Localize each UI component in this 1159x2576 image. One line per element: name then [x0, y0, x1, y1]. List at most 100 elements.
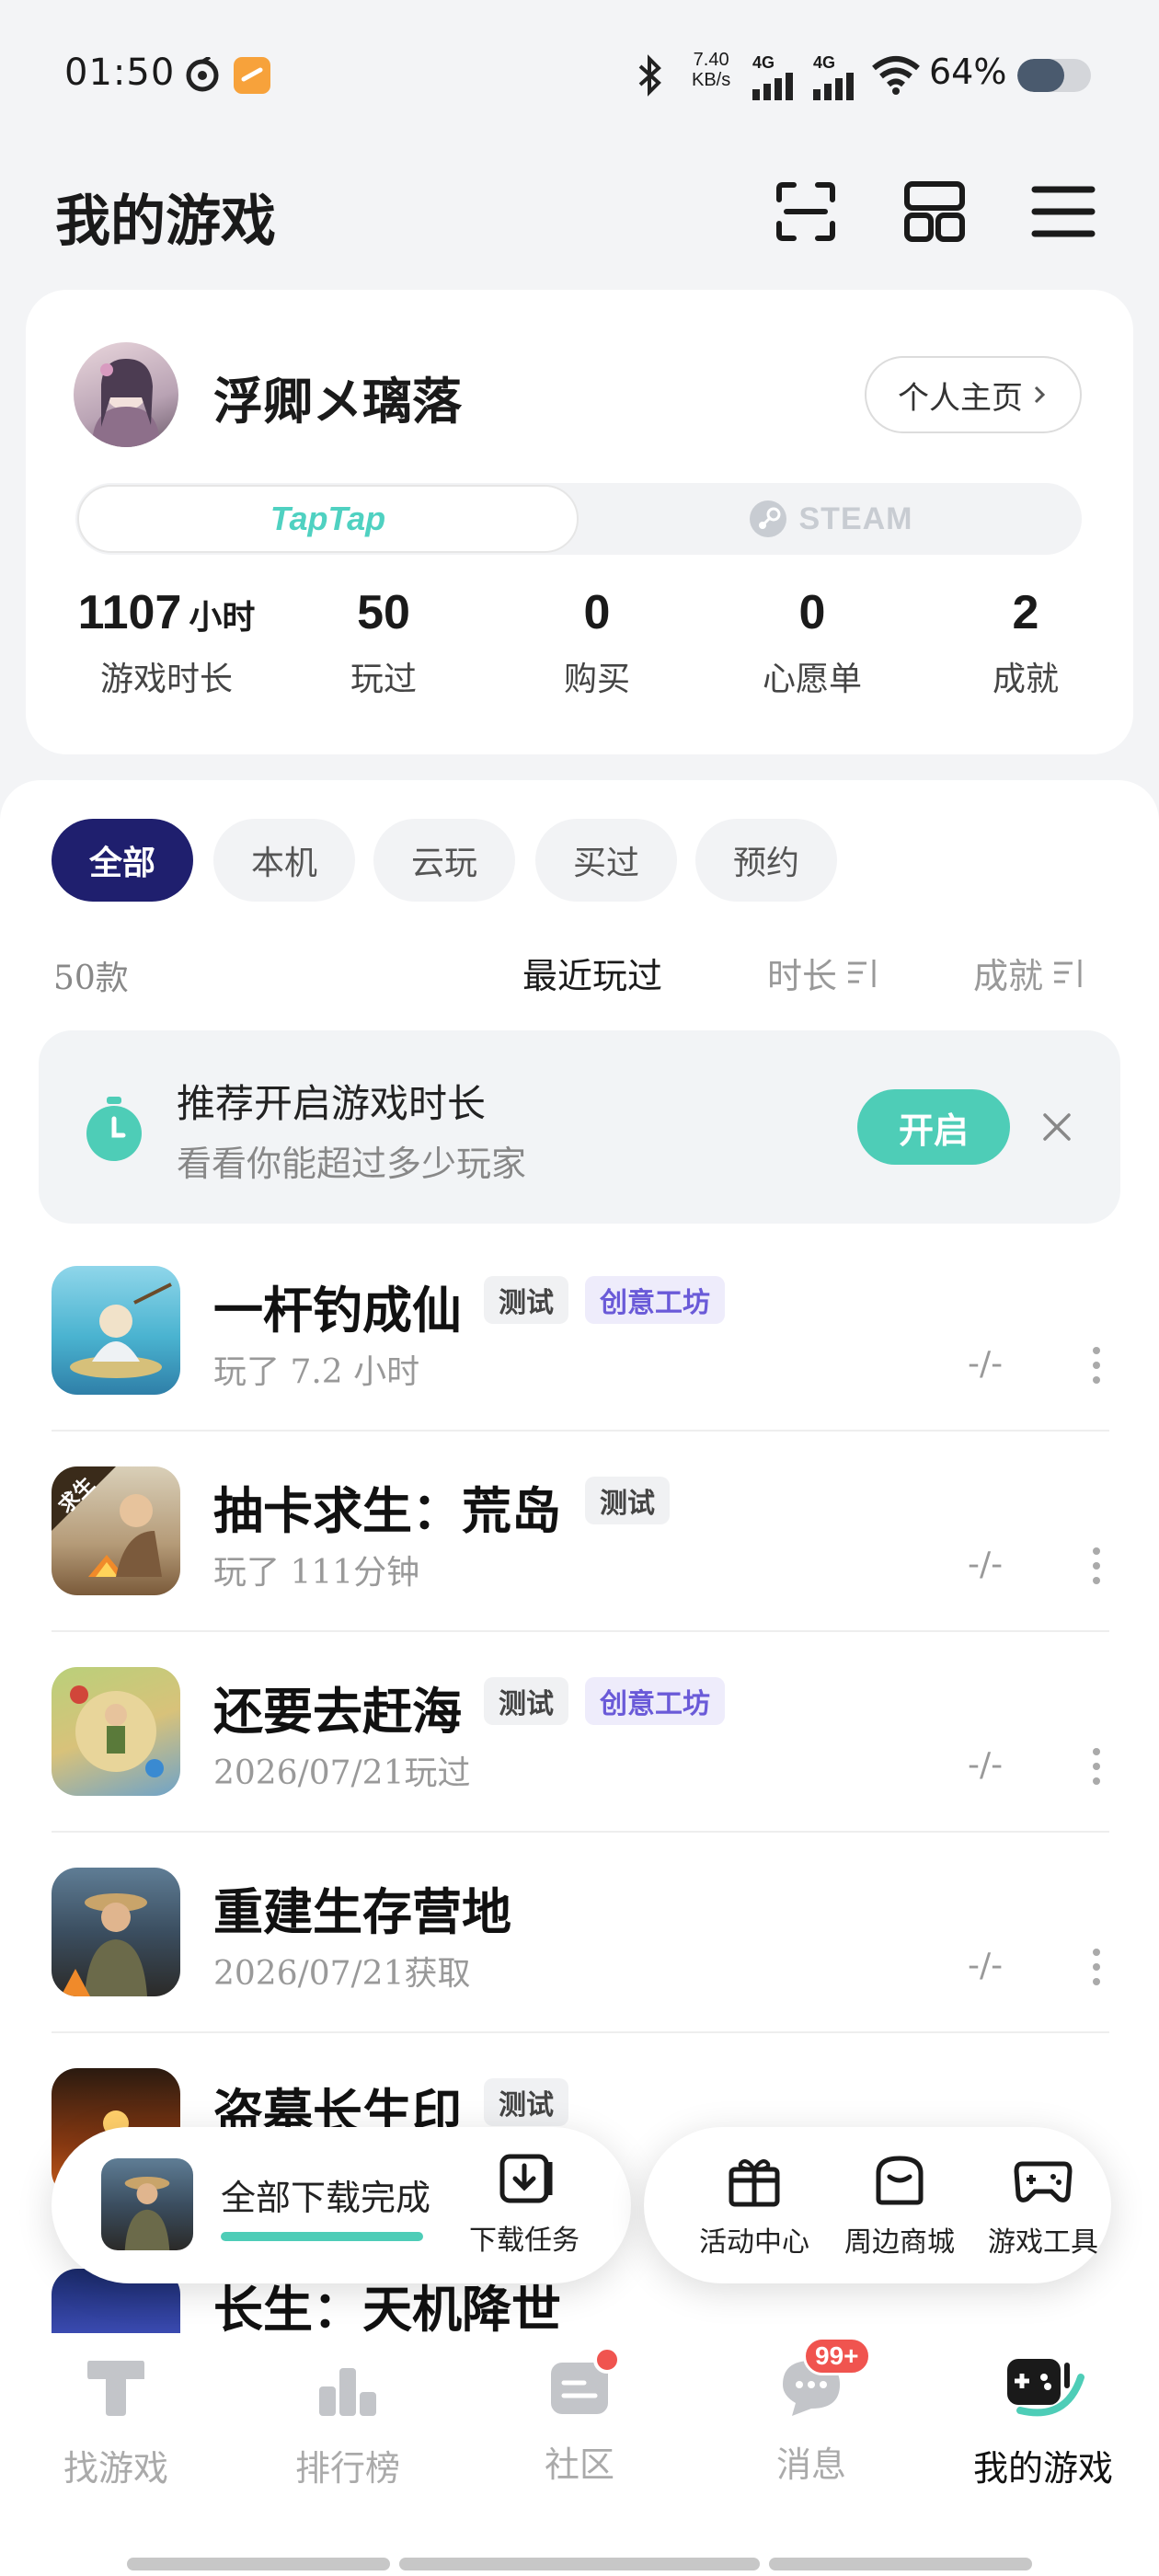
game-achievement: -/- — [968, 1546, 1004, 1583]
game-achievement: -/- — [968, 1947, 1004, 1984]
stat-played[interactable]: 50 玩过 — [278, 584, 489, 700]
signal-icon-2: 4G — [813, 53, 868, 100]
enable-button[interactable]: 开启 — [857, 1089, 1010, 1165]
nav-label: 社区 — [544, 2444, 614, 2485]
game-tools-button[interactable]: 游戏工具 — [970, 2151, 1117, 2260]
nav-label: 找游戏 — [63, 2448, 168, 2489]
stopwatch-icon — [85, 1097, 143, 1163]
scan-button[interactable] — [769, 175, 843, 248]
taptap-logo: TapTap — [270, 500, 386, 537]
grid-icon — [904, 181, 965, 242]
filter-chip-reserved[interactable]: 预约 — [695, 819, 837, 902]
steam-icon — [749, 500, 786, 537]
sort-icon — [1054, 959, 1082, 987]
nav-community[interactable]: 社区 — [464, 2346, 695, 2487]
steam-label: STEAM — [798, 500, 913, 536]
tool-label: 活动中心 — [699, 2226, 809, 2259]
gift-icon — [729, 2159, 780, 2207]
game-name: 还要去赶海 — [213, 1682, 462, 1741]
merch-store-button[interactable]: 周边商城 — [826, 2151, 973, 2260]
menu-button[interactable] — [1027, 175, 1100, 248]
activity-center-button[interactable]: 活动中心 — [681, 2151, 828, 2260]
download-status: 全部下载完成 — [221, 2178, 431, 2218]
game-icon — [52, 1667, 180, 1796]
sort-duration[interactable]: 时长 — [767, 948, 879, 998]
filter-chip-cloud[interactable]: 云玩 — [373, 819, 515, 902]
battery-level — [1017, 59, 1065, 92]
close-button[interactable] — [1034, 1104, 1080, 1150]
signal-icon: 4G — [752, 53, 808, 100]
tag-workshop: 创意工坊 — [585, 1276, 725, 1324]
download-icon — [499, 2154, 553, 2203]
status-bar: 01:50 7.40 KB/s 4G 4G 64% — [0, 0, 1159, 147]
swirl-icon — [184, 55, 221, 94]
battery-percent: 64% — [929, 52, 1007, 92]
gamepad-icon — [1014, 2161, 1073, 2202]
more-vertical-icon — [1093, 1547, 1100, 1584]
more-options-button[interactable] — [1091, 1546, 1102, 1590]
more-vertical-icon — [1093, 1949, 1100, 1985]
divider — [52, 2031, 1109, 2033]
game-meta: 2026/07/21玩过 — [213, 1754, 471, 1792]
stat-achievements[interactable]: 2 成就 — [920, 584, 1131, 700]
tag-test: 测试 — [484, 1276, 568, 1324]
platform-tab-taptap[interactable]: TapTap — [77, 485, 579, 553]
banner-subtitle: 看看你能超过多少玩家 — [177, 1144, 527, 1184]
app-notification-icon — [234, 57, 270, 94]
tool-label: 周边商城 — [844, 2226, 955, 2259]
stat-value: 1107 — [77, 586, 182, 639]
stat-value: 50 — [357, 586, 410, 639]
download-progress-bar — [221, 2232, 423, 2241]
stat-value: 2 — [1012, 586, 1039, 639]
stat-label: 玩过 — [350, 661, 417, 698]
stat-wishlist[interactable]: 0 心愿单 — [706, 584, 918, 700]
nav-rankings[interactable]: 排行榜 — [232, 2355, 464, 2490]
nav-find-games[interactable]: 找游戏 — [0, 2355, 232, 2490]
nav-messages[interactable]: 99+ 消息 — [695, 2337, 927, 2487]
sort-icon — [848, 959, 876, 987]
sort-recent[interactable]: 最近玩过 — [522, 948, 662, 998]
net-speed-unit: KB/s — [692, 70, 731, 90]
sort-achievement[interactable]: 成就 — [973, 948, 1085, 998]
menu-icon — [1031, 186, 1096, 237]
system-nav-indicator — [769, 2558, 1032, 2570]
divider — [52, 1630, 1109, 1632]
tag-test: 测试 — [484, 2078, 568, 2126]
stat-playtime[interactable]: 1107 小时 游戏时长 — [61, 584, 272, 700]
more-options-button[interactable] — [1091, 1345, 1102, 1389]
filter-chip-all[interactable]: 全部 — [52, 819, 193, 902]
stat-unit: 小时 — [189, 598, 256, 637]
game-icon — [52, 1868, 180, 1996]
stat-purchased[interactable]: 0 购买 — [491, 584, 703, 700]
download-tasks-button[interactable]: 下载任务 — [460, 2153, 589, 2258]
homepage-button[interactable]: 个人主页 — [865, 356, 1082, 433]
platform-tab-steam[interactable]: STEAM — [580, 485, 1081, 553]
chevron-right-icon — [1034, 385, 1046, 404]
more-options-button[interactable] — [1091, 1947, 1102, 1991]
stat-value: 0 — [798, 586, 826, 639]
filter-chip-bought[interactable]: 买过 — [535, 819, 677, 902]
download-tasks-label: 下载任务 — [469, 2225, 580, 2257]
more-vertical-icon — [1093, 1347, 1100, 1384]
podium-icon — [319, 2368, 376, 2416]
filter-chip-local[interactable]: 本机 — [213, 819, 355, 902]
stat-value: 0 — [583, 586, 611, 639]
game-count: 50款 — [53, 960, 129, 997]
avatar[interactable] — [74, 342, 178, 447]
grid-button[interactable] — [898, 175, 971, 248]
more-options-button[interactable] — [1091, 1746, 1102, 1790]
system-nav-indicator — [127, 2558, 390, 2570]
system-nav-indicator — [399, 2558, 760, 2570]
page-title: 我的游戏 — [55, 190, 276, 254]
game-meta: 玩了 111分钟 — [213, 1554, 420, 1592]
game-meta: 玩了 7.2 小时 — [213, 1353, 420, 1391]
username: 浮卿メ璃落 — [213, 372, 462, 431]
nav-my-games[interactable]: 我的游戏 — [927, 2355, 1159, 2490]
divider — [52, 1831, 1109, 1833]
banner-title: 推荐开启游戏时长 — [177, 1081, 487, 1126]
homepage-label: 个人主页 — [898, 379, 1023, 417]
game-name: 一杆钓成仙 — [213, 1281, 462, 1340]
close-icon — [1043, 1113, 1071, 1141]
taptap-t-icon — [87, 2361, 144, 2416]
signal-label-2: 4G — [813, 53, 836, 72]
